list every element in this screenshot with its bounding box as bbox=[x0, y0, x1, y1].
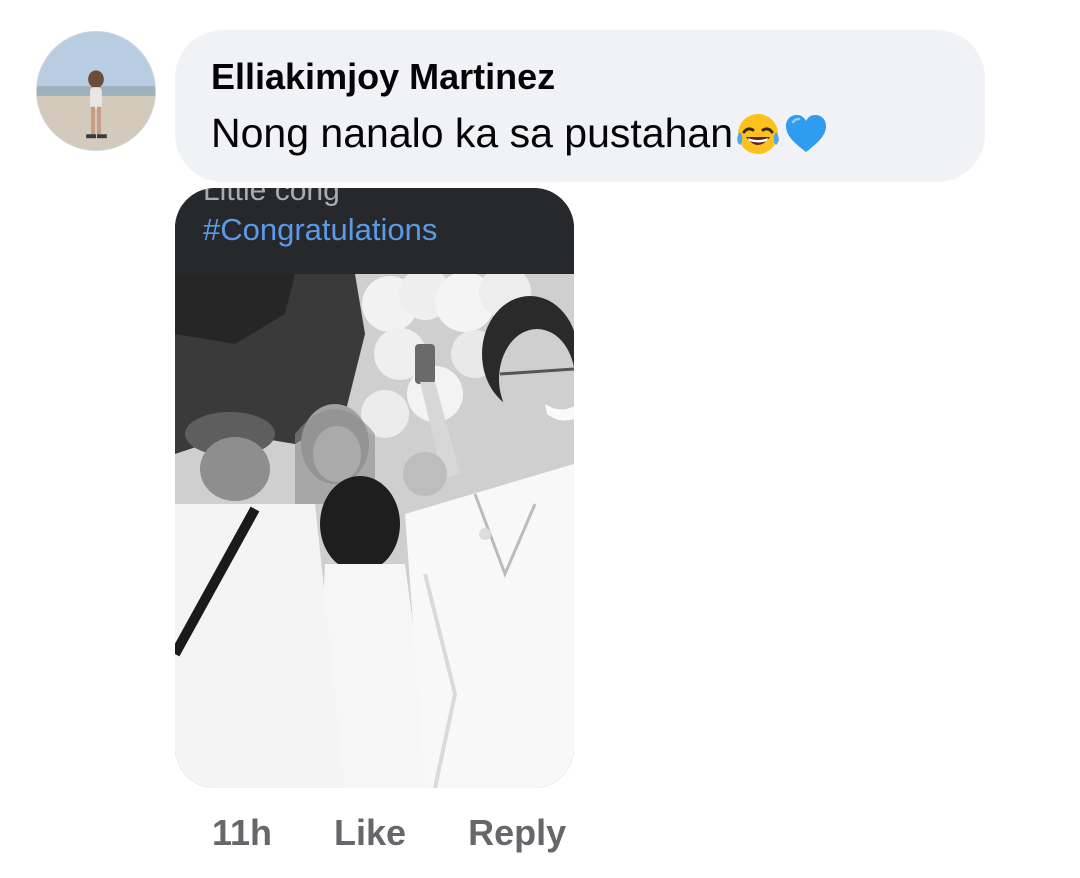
attachment-photo bbox=[175, 274, 574, 788]
attachment-caption-header: Little cong #Congratulations bbox=[175, 188, 574, 274]
blue-heart-emoji bbox=[783, 111, 829, 157]
comment-timestamp[interactable]: 11h bbox=[212, 812, 272, 854]
comment-actions: 11h Like Reply bbox=[212, 812, 566, 854]
like-button[interactable]: Like bbox=[334, 812, 406, 854]
avatar-beach-photo bbox=[37, 32, 155, 150]
face-with-tears-of-joy-emoji bbox=[735, 111, 781, 157]
comment-bubble: Elliakimjoy Martinez Nong nanalo ka sa p… bbox=[175, 30, 985, 182]
comment-text-row: Nong nanalo ka sa pustahan bbox=[211, 110, 829, 157]
comment: Elliakimjoy Martinez Nong nanalo ka sa p… bbox=[0, 0, 1080, 878]
comment-text: Nong nanalo ka sa pustahan bbox=[211, 110, 734, 156]
avatar[interactable] bbox=[36, 31, 156, 151]
attachment-partial-caption: Little cong bbox=[203, 188, 340, 207]
reply-button[interactable]: Reply bbox=[468, 812, 566, 854]
comment-image-attachment[interactable]: Little cong #Congratulations bbox=[175, 188, 574, 788]
attachment-hashtag: #Congratulations bbox=[203, 212, 438, 247]
comment-author-name[interactable]: Elliakimjoy Martinez bbox=[211, 56, 555, 98]
